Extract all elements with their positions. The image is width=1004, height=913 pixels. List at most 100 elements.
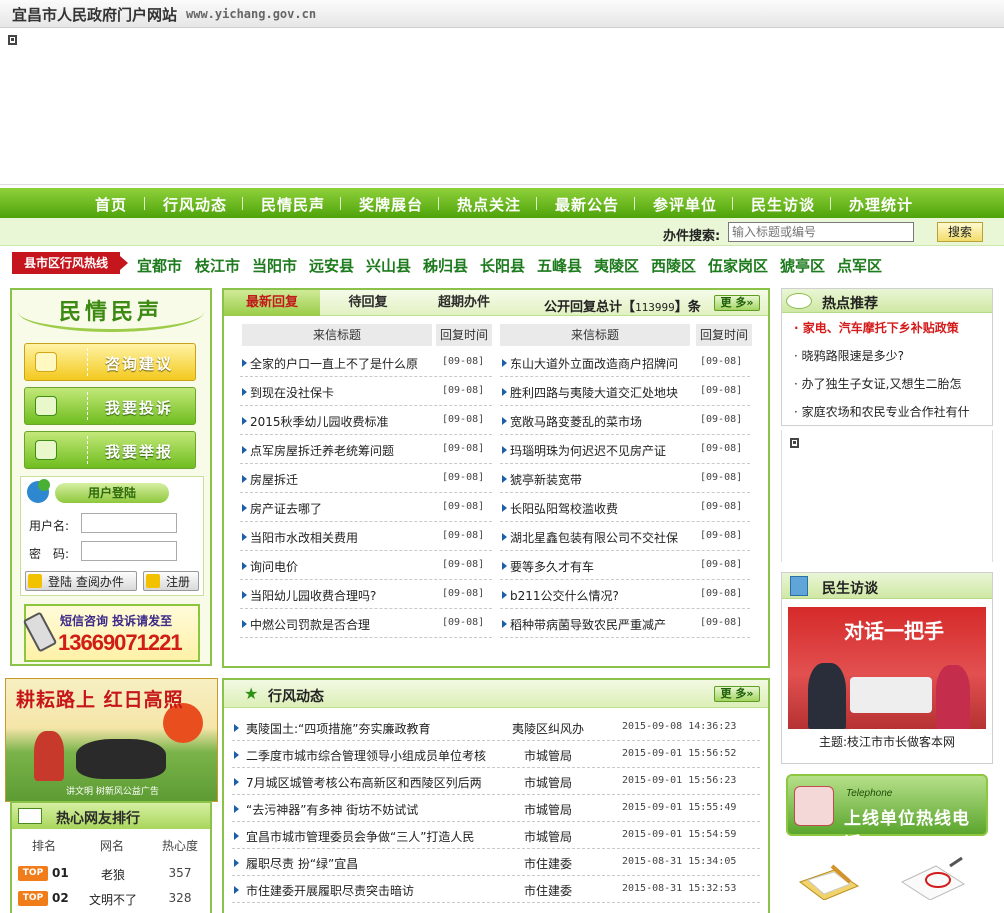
tab-pending[interactable]: 待回复: [320, 290, 416, 316]
letter-title[interactable]: 房屋拆迁: [250, 471, 436, 488]
letter-title[interactable]: 点军房屋拆迁养老统筹问题: [250, 442, 436, 459]
county-link[interactable]: 猇亭区: [780, 255, 825, 276]
hangfeng-item-title[interactable]: 履职尽责 扮“绿”宜昌: [246, 855, 508, 872]
hangfeng-row[interactable]: 履职尽责 扮“绿”宜昌 市住建委 2015-08-31 15:34:05: [232, 849, 760, 876]
letter-title[interactable]: 到现在没社保卡: [250, 384, 436, 401]
tab-latest-replies[interactable]: 最新回复: [224, 290, 320, 316]
letter-row[interactable]: b211公交什么情况? [09-08]: [500, 580, 750, 609]
letter-title[interactable]: 猇亭新装宽带: [510, 471, 696, 488]
county-link[interactable]: 宜都市: [137, 255, 182, 276]
interview-caption[interactable]: 主题:枝江市市长做客本网: [782, 733, 992, 750]
hangfeng-item-title[interactable]: 7月城区城管考核公布高新区和西陵区列后两: [246, 774, 508, 791]
nav-units[interactable]: 参评单位: [653, 194, 717, 215]
hot-item[interactable]: · 办了独生子女证,又想生二胎怎: [794, 375, 961, 392]
letter-title[interactable]: 当阳市水改相关费用: [250, 529, 436, 546]
county-link[interactable]: 当阳市: [252, 255, 297, 276]
hangfeng-item-title[interactable]: “去污神器”有多神 街坊不妨试试: [246, 801, 508, 818]
hangfeng-row[interactable]: 市住建委开展履职尽责突击暗访 市住建委 2015-08-31 15:32:53: [232, 876, 760, 903]
letter-row[interactable]: 要等多久才有车 [09-08]: [500, 551, 750, 580]
letter-title[interactable]: 长阳弘阳驾校滥收费: [510, 500, 696, 517]
letter-title[interactable]: 房产证去哪了: [250, 500, 436, 517]
hangfeng-item-title[interactable]: 宜昌市城市管理委员会争做“三人”打造人民: [246, 828, 508, 845]
report-button[interactable]: 我要举报: [24, 431, 196, 469]
hangfeng-item-title[interactable]: 市住建委开展履职尽责突击暗访: [246, 882, 508, 899]
hangfeng-more-button[interactable]: 更 多»: [714, 686, 760, 702]
county-link[interactable]: 长阳县: [480, 255, 525, 276]
nav-medals[interactable]: 奖牌展台: [359, 194, 423, 215]
letter-title[interactable]: b211公交什么情况?: [510, 587, 696, 604]
nav-interviews[interactable]: 民生访谈: [751, 194, 815, 215]
hangfeng-item-title[interactable]: 夷陵国土:“四项措施”夯实廉政教育: [246, 720, 508, 737]
clipboard-icon[interactable]: [794, 856, 864, 900]
letter-title[interactable]: 全家的户口一直上不了是什么原: [250, 355, 436, 372]
letter-row[interactable]: 玛瑙明珠为何迟迟不见房产证 [09-08]: [500, 435, 750, 464]
form-pen-icon[interactable]: [898, 856, 968, 900]
county-link[interactable]: 五峰县: [537, 255, 582, 276]
letter-row[interactable]: 当阳幼儿园收费合理吗? [09-08]: [240, 580, 492, 609]
hangfeng-row[interactable]: 宜昌市城市管理委员会争做“三人”打造人民 市城管局 2015-09-01 15:54…: [232, 822, 760, 849]
county-link[interactable]: 兴山县: [366, 255, 411, 276]
letter-row[interactable]: 点军房屋拆迁养老统筹问题 [09-08]: [240, 435, 492, 464]
letter-title[interactable]: 玛瑙明珠为何迟迟不见房产证: [510, 442, 696, 459]
letter-row[interactable]: 2015秋季幼儿园收费标准 [09-08]: [240, 406, 492, 435]
consult-button[interactable]: 咨询建议: [24, 343, 196, 381]
county-link[interactable]: 点军区: [837, 255, 882, 276]
hangfeng-row[interactable]: 夷陵国土:“四项措施”夯实廉政教育 夷陵区纠风办 2015-09-08 14:36:…: [232, 714, 760, 741]
letter-row[interactable]: 询问电价 [09-08]: [240, 551, 492, 580]
hangfeng-row[interactable]: “去污神器”有多神 街坊不妨试试 市城管局 2015-09-01 15:55:49: [232, 795, 760, 822]
letter-row[interactable]: 全家的户口一直上不了是什么原 [09-08]: [240, 348, 492, 377]
county-link[interactable]: 枝江市: [195, 255, 240, 276]
county-link[interactable]: 伍家岗区: [708, 255, 768, 276]
hangfeng-row[interactable]: 二季度市城市综合管理领导小组成员单位考核 市城管局 2015-09-01 15:56…: [232, 741, 760, 768]
sms-hotline-banner[interactable]: 短信咨询 投诉请发至 13669071221: [22, 604, 200, 662]
public-service-poster[interactable]: 耕耘路上 红日高照 讲文明 树新风公益广告: [5, 678, 218, 802]
county-link[interactable]: 西陵区: [651, 255, 696, 276]
letter-row[interactable]: 宽敞马路变菱乱的菜市场 [09-08]: [500, 406, 750, 435]
letter-title[interactable]: 湖北星鑫包装有限公司不交社保: [510, 529, 696, 546]
rank-username[interactable]: 老狼: [80, 866, 146, 883]
hot-item[interactable]: · 家庭农场和农民专业合作社有什: [794, 403, 970, 420]
hot-item[interactable]: · 晓鸦路限速是多少?: [794, 347, 904, 364]
letter-row[interactable]: 稻种带病菌导致农民严重减产 [09-08]: [500, 609, 750, 638]
letter-row[interactable]: 胜利四路与夷陵大道交汇处地块 [09-08]: [500, 377, 750, 406]
tab-overdue[interactable]: 超期办件: [416, 290, 512, 316]
letters-more-button[interactable]: 更 多»: [714, 295, 760, 311]
site-title[interactable]: 宜昌市人民政府门户网站: [12, 4, 177, 25]
letter-row[interactable]: 长阳弘阳驾校滥收费 [09-08]: [500, 493, 750, 522]
letter-row[interactable]: 房产证去哪了 [09-08]: [240, 493, 492, 522]
county-link[interactable]: 夷陵区: [594, 255, 639, 276]
nav-hot-topics[interactable]: 热点关注: [457, 194, 521, 215]
letter-title[interactable]: 中燃公司罚款是否合理: [250, 616, 436, 633]
register-button[interactable]: 注册: [143, 571, 199, 591]
letter-row[interactable]: 当阳市水改相关费用 [09-08]: [240, 522, 492, 551]
search-input[interactable]: [728, 222, 914, 242]
letter-title[interactable]: 要等多久才有车: [510, 558, 696, 575]
letter-row[interactable]: 到现在没社保卡 [09-08]: [240, 377, 492, 406]
letter-title[interactable]: 当阳幼儿园收费合理吗?: [250, 587, 436, 604]
letter-title[interactable]: 宽敞马路变菱乱的菜市场: [510, 413, 696, 430]
login-query-button[interactable]: 登陆 查阅办件: [25, 571, 137, 591]
nav-announcements[interactable]: 最新公告: [555, 194, 619, 215]
hot-item[interactable]: · 家电、汽车摩托下乡补贴政策: [794, 319, 959, 336]
nav-minqing[interactable]: 民情民声: [261, 194, 325, 215]
letter-row[interactable]: 湖北星鑫包装有限公司不交社保 [09-08]: [500, 522, 750, 551]
password-input[interactable]: [81, 541, 177, 561]
letter-row[interactable]: 房屋拆迁 [09-08]: [240, 464, 492, 493]
letter-row[interactable]: 东山大道外立面改造商户招牌问 [09-08]: [500, 348, 750, 377]
username-input[interactable]: [81, 513, 177, 533]
complaint-button[interactable]: 我要投诉: [24, 387, 196, 425]
rank-username[interactable]: 文明不了: [80, 891, 146, 908]
nav-statistics[interactable]: 办理统计: [849, 194, 913, 215]
unit-hotline-banner[interactable]: Telephone 上线单位热线电话: [786, 774, 988, 854]
nav-hangfeng[interactable]: 行风动态: [163, 194, 227, 215]
letter-title[interactable]: 稻种带病菌导致农民严重减产: [510, 616, 696, 633]
letter-title[interactable]: 胜利四路与夷陵大道交汇处地块: [510, 384, 696, 401]
hangfeng-item-title[interactable]: 二季度市城市综合管理领导小组成员单位考核: [246, 747, 508, 764]
nav-home[interactable]: 首页: [95, 194, 127, 215]
letter-title[interactable]: 询问电价: [250, 558, 436, 575]
letter-title[interactable]: 东山大道外立面改造商户招牌问: [510, 355, 696, 372]
interview-photo[interactable]: 对话一把手: [788, 607, 986, 729]
county-link[interactable]: 秭归县: [423, 255, 468, 276]
county-link[interactable]: 远安县: [309, 255, 354, 276]
letter-title[interactable]: 2015秋季幼儿园收费标准: [250, 413, 436, 430]
